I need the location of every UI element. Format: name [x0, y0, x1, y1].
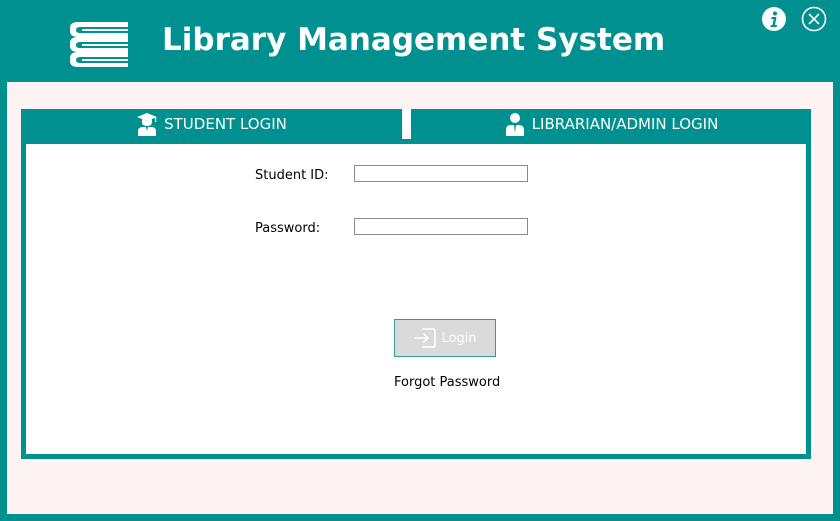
header-bar: Library Management System — [0, 0, 840, 82]
tab-admin-label: LIBRARIAN/ADMIN LOGIN — [531, 115, 719, 133]
user-icon — [505, 113, 524, 136]
app-window: Library Management System STUDENT LOGIN … — [0, 0, 840, 521]
content-area: STUDENT LOGIN LIBRARIAN/ADMIN LOGIN Stud… — [7, 82, 833, 514]
student-login-panel: Student ID: Password: Login Forgot Passw… — [26, 144, 806, 454]
student-id-input[interactable] — [354, 165, 528, 182]
password-input[interactable] — [354, 218, 528, 235]
login-tabs: STUDENT LOGIN LIBRARIAN/ADMIN LOGIN Stud… — [21, 109, 811, 459]
login-button-label: Login — [441, 330, 477, 346]
tab-librarian-admin-login[interactable]: LIBRARIAN/ADMIN LOGIN — [411, 109, 811, 139]
tab-student-login[interactable]: STUDENT LOGIN — [21, 109, 402, 139]
app-title: Library Management System — [162, 22, 666, 58]
password-label: Password: — [255, 221, 321, 236]
login-icon — [414, 328, 437, 348]
close-icon[interactable] — [801, 6, 827, 32]
books-stack-icon — [70, 22, 128, 67]
graduate-icon — [137, 113, 158, 136]
login-button[interactable]: Login — [394, 319, 496, 357]
tab-divider — [402, 109, 411, 139]
tab-student-label: STUDENT LOGIN — [164, 115, 287, 133]
student-id-label: Student ID: — [255, 168, 329, 183]
forgot-password-link[interactable]: Forgot Password — [394, 375, 500, 390]
info-icon[interactable] — [761, 6, 787, 32]
